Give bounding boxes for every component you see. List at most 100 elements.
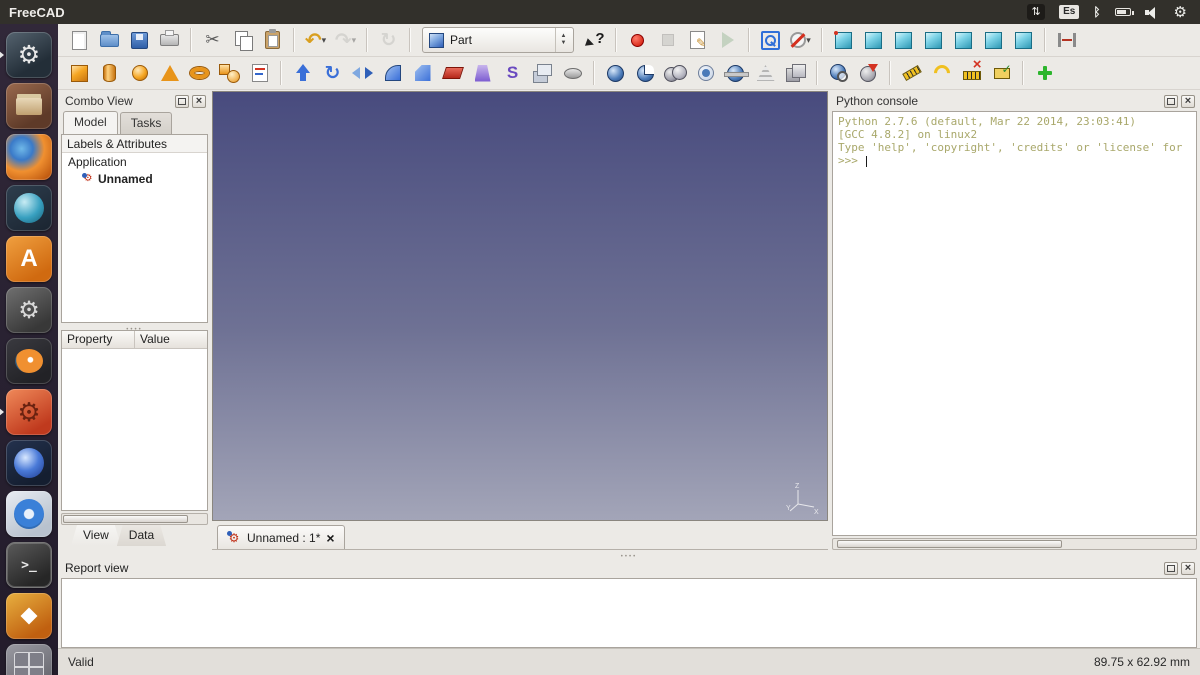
part-shape-builder-icon[interactable] xyxy=(245,59,274,87)
new-file-icon[interactable] xyxy=(65,26,94,54)
macro-stop-icon[interactable] xyxy=(653,26,682,54)
measure-toggle-all-icon[interactable] xyxy=(987,59,1016,87)
fit-all-icon[interactable] xyxy=(756,26,785,54)
tab-view[interactable]: View xyxy=(71,525,121,546)
add-item-icon[interactable] xyxy=(1030,59,1059,87)
part-boolean-icon[interactable] xyxy=(601,59,630,87)
part-defeaturing-icon[interactable] xyxy=(854,59,883,87)
launcher-web-app[interactable] xyxy=(6,185,52,231)
launcher-software-center[interactable] xyxy=(6,236,52,282)
measure-linear-icon[interactable] xyxy=(897,59,926,87)
part-mirror-icon[interactable] xyxy=(348,59,377,87)
macro-play-icon[interactable] xyxy=(713,26,742,54)
part-offset-icon[interactable] xyxy=(528,59,557,87)
macro-record-icon[interactable] xyxy=(623,26,652,54)
dropdown-arrow-icon[interactable]: ▾ xyxy=(322,35,327,46)
open-file-icon[interactable] xyxy=(95,26,124,54)
refresh-icon[interactable] xyxy=(374,26,403,54)
save-icon[interactable] xyxy=(125,26,154,54)
model-tree[interactable]: Labels & Attributes Application Unnamed xyxy=(61,134,208,323)
python-console-output[interactable]: Python 2.7.6 (default, Mar 22 2014, 23:0… xyxy=(832,111,1197,536)
part-torus-icon[interactable] xyxy=(185,59,214,87)
python-console-hscrollbar[interactable] xyxy=(832,538,1197,550)
redo-icon[interactable]: ▾ xyxy=(331,26,360,54)
updown-arrows-icon[interactable] xyxy=(1027,4,1045,20)
cut-icon[interactable] xyxy=(198,26,227,54)
draw-style-icon[interactable]: ▾ xyxy=(786,26,815,54)
close-panel-icon[interactable] xyxy=(1181,562,1195,575)
launcher-firefox[interactable] xyxy=(6,134,52,180)
tab-tasks[interactable]: Tasks xyxy=(120,112,173,134)
macro-edit-icon[interactable] xyxy=(683,26,712,54)
part-section-icon[interactable] xyxy=(721,59,750,87)
undo-icon[interactable]: ▾ xyxy=(301,26,330,54)
print-icon[interactable] xyxy=(155,26,184,54)
measure-angular-icon[interactable] xyxy=(927,59,956,87)
3d-viewport[interactable]: Z Y X xyxy=(212,91,828,521)
part-ruled-surface-icon[interactable] xyxy=(438,59,467,87)
part-union-icon[interactable] xyxy=(661,59,690,87)
axonometric-view-icon[interactable] xyxy=(829,26,858,54)
workbench-selector[interactable]: Part xyxy=(422,27,574,53)
top-view-icon[interactable] xyxy=(889,26,918,54)
part-cone-icon[interactable] xyxy=(155,59,184,87)
part-common-icon[interactable] xyxy=(691,59,720,87)
session-gear-icon[interactable] xyxy=(1174,5,1187,20)
rear-view-icon[interactable] xyxy=(949,26,978,54)
scrollbar-thumb[interactable] xyxy=(63,515,188,523)
document-tab[interactable]: Unnamed : 1* xyxy=(217,525,345,549)
part-chamfer-icon[interactable] xyxy=(408,59,437,87)
measure-distance-icon[interactable] xyxy=(1052,26,1081,54)
copy-icon[interactable] xyxy=(228,26,257,54)
measure-clear-all-icon[interactable] xyxy=(957,59,986,87)
part-check-geometry-icon[interactable] xyxy=(824,59,853,87)
launcher-workspace-switcher[interactable] xyxy=(6,644,52,675)
launcher-gear-app[interactable] xyxy=(6,389,52,435)
horizontal-splitter[interactable] xyxy=(58,550,1200,558)
part-extrude-icon[interactable] xyxy=(288,59,317,87)
dropdown-arrow-icon[interactable]: ▾ xyxy=(352,35,357,46)
right-view-icon[interactable] xyxy=(919,26,948,54)
part-thickness-icon[interactable] xyxy=(558,59,587,87)
value-column-header[interactable]: Value xyxy=(135,331,207,348)
float-panel-icon[interactable] xyxy=(175,95,189,108)
float-panel-icon[interactable] xyxy=(1164,562,1178,575)
left-view-icon[interactable] xyxy=(1009,26,1038,54)
launcher-blue-app[interactable] xyxy=(6,440,52,486)
bottom-view-icon[interactable] xyxy=(979,26,1008,54)
battery-icon[interactable] xyxy=(1115,8,1131,16)
combo-splitter[interactable] xyxy=(61,323,208,330)
workbench-spinner-icon[interactable] xyxy=(555,28,571,52)
launcher-chromium[interactable] xyxy=(6,491,52,537)
whats-this-icon[interactable] xyxy=(580,26,609,54)
report-view-output[interactable] xyxy=(61,578,1197,648)
part-sweep-icon[interactable] xyxy=(498,59,527,87)
tab-model[interactable]: Model xyxy=(63,111,118,134)
part-sphere-icon[interactable] xyxy=(125,59,154,87)
close-panel-icon[interactable] xyxy=(192,95,206,108)
launcher-freecad[interactable] xyxy=(6,32,52,78)
close-tab-icon[interactable] xyxy=(326,531,334,545)
float-panel-icon[interactable] xyxy=(1164,95,1178,108)
part-loft-icon[interactable] xyxy=(468,59,497,87)
scrollbar-thumb[interactable] xyxy=(837,540,1062,548)
tab-data[interactable]: Data xyxy=(117,525,166,546)
property-column-header[interactable]: Property xyxy=(62,331,135,348)
front-view-icon[interactable] xyxy=(859,26,888,54)
launcher-files[interactable] xyxy=(6,83,52,129)
tree-column-header[interactable]: Labels & Attributes xyxy=(62,135,207,153)
part-fillet-icon[interactable] xyxy=(378,59,407,87)
part-cut-icon[interactable] xyxy=(631,59,660,87)
launcher-updater[interactable] xyxy=(6,593,52,639)
tree-item-application[interactable]: Application xyxy=(62,153,207,170)
part-revolve-icon[interactable] xyxy=(318,59,347,87)
close-panel-icon[interactable] xyxy=(1181,95,1195,108)
launcher-blender[interactable] xyxy=(6,338,52,384)
dropdown-arrow-icon[interactable]: ▾ xyxy=(806,35,811,46)
part-primitives-icon[interactable] xyxy=(215,59,244,87)
bluetooth-icon[interactable] xyxy=(1093,6,1100,18)
volume-icon[interactable] xyxy=(1145,6,1160,19)
part-compound-icon[interactable] xyxy=(781,59,810,87)
part-cross-sections-icon[interactable] xyxy=(751,59,780,87)
launcher-terminal[interactable] xyxy=(6,542,52,588)
